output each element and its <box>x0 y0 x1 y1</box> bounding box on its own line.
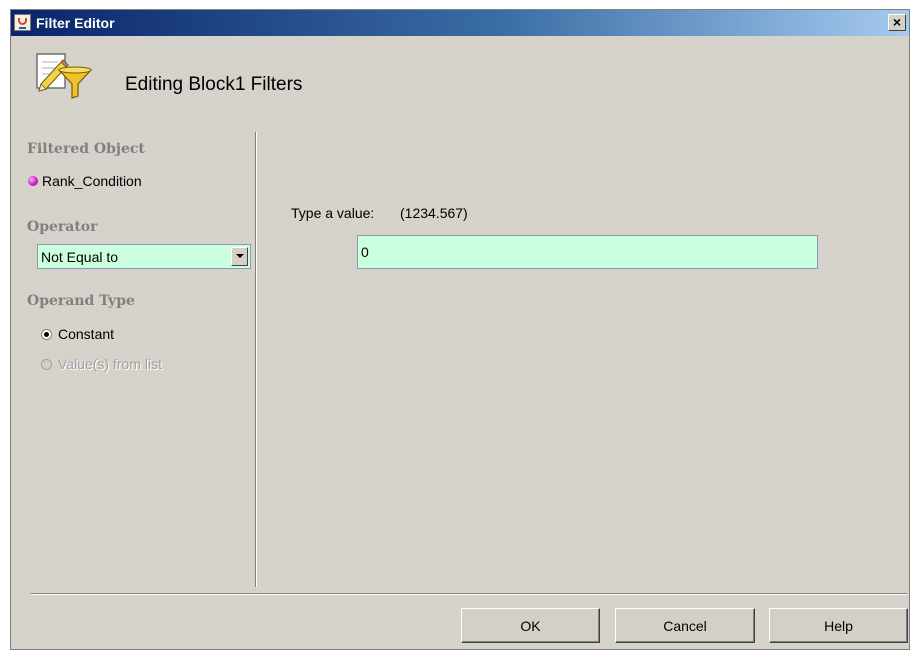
help-button[interactable]: Help <box>769 608 908 643</box>
filter-options-panel: Filtered Object Rank_Condition Operator … <box>11 128 256 591</box>
dropdown-arrow-icon[interactable] <box>231 247 248 266</box>
dimension-object-icon <box>28 176 38 186</box>
filter-editor-dialog: Filter Editor × Editing Block1 Filters F… <box>10 9 910 650</box>
close-button[interactable]: × <box>888 14 906 31</box>
values-from-list-label: Value(s) from list <box>58 356 162 372</box>
value-input[interactable] <box>357 235 818 269</box>
cancel-button[interactable]: Cancel <box>615 608 755 643</box>
title-bar[interactable]: Filter Editor × <box>11 10 909 36</box>
value-panel: Type a value: (1234.567) <box>257 128 909 591</box>
constant-label: Constant <box>58 326 115 342</box>
window-title: Filter Editor <box>36 15 115 31</box>
horizontal-divider <box>31 593 907 595</box>
filtered-object-label: Filtered Object <box>27 141 145 157</box>
page-title: Editing Block1 Filters <box>125 74 303 95</box>
value-label: Type a value: <box>291 205 375 221</box>
operand-type-label: Operand Type <box>27 293 135 309</box>
filtered-object: Rank_Condition <box>28 172 142 190</box>
operator-select[interactable]: Not Equal to <box>37 244 251 269</box>
filtered-object-value: Rank_Condition <box>42 173 142 189</box>
values-from-list-radio <box>41 358 52 370</box>
operator-value: Not Equal to <box>41 249 119 265</box>
value-format-hint: (1234.567) <box>400 205 468 221</box>
operand-list-option: Value(s) from list <box>41 355 162 373</box>
java-app-icon <box>14 14 31 31</box>
ok-button[interactable]: OK <box>461 608 600 643</box>
operator-label: Operator <box>27 219 98 235</box>
operand-constant-option[interactable]: Constant <box>41 325 114 343</box>
filter-edit-icon <box>36 53 93 99</box>
constant-radio[interactable] <box>41 328 52 340</box>
